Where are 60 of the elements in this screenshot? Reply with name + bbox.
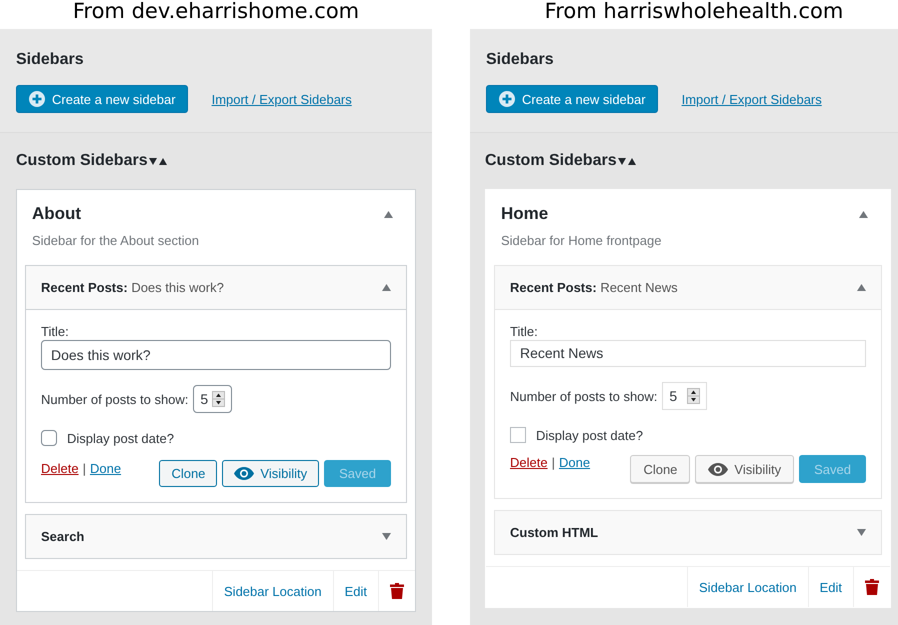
sidebar-name: Home xyxy=(501,203,548,225)
field-label: Title: xyxy=(510,324,539,339)
clone-button[interactable]: Clone xyxy=(159,460,218,487)
trash-icon[interactable] xyxy=(390,583,404,599)
page-heading: Sidebars xyxy=(486,50,555,70)
field-label: Number of posts to show: xyxy=(510,388,658,404)
create-sidebar-button[interactable]: Create a new sidebar xyxy=(486,85,658,113)
link-separator: | xyxy=(552,455,555,470)
eye-icon xyxy=(708,462,728,476)
import-export-link[interactable]: Import / Export Sidebars xyxy=(212,92,352,106)
delete-link[interactable]: Delete xyxy=(41,461,79,476)
field-label: Title: xyxy=(41,324,70,339)
title-field[interactable]: Does this work? xyxy=(41,340,391,370)
section-heading: Custom Sidebars xyxy=(485,151,617,171)
sort-arrows-icon[interactable] xyxy=(618,156,636,166)
number-field[interactable]: 5 xyxy=(662,382,708,410)
delete-link[interactable]: Delete xyxy=(510,455,548,470)
checkbox[interactable] xyxy=(41,430,57,446)
create-sidebar-button[interactable]: Create a new sidebar xyxy=(16,85,188,113)
source-caption: From harriswholehealth.com xyxy=(544,0,844,25)
collapse-arrow-icon[interactable] xyxy=(382,284,391,291)
visibility-button[interactable]: Visibility xyxy=(222,460,320,487)
plus-circle-icon xyxy=(29,91,45,107)
sidebar-location-link[interactable]: Sidebar Location xyxy=(687,567,808,607)
sidebar-description: Sidebar for Home frontpage xyxy=(500,232,662,250)
clone-button[interactable]: Clone xyxy=(630,455,690,483)
checkbox[interactable] xyxy=(510,427,526,443)
spinner-icon[interactable] xyxy=(687,388,700,404)
visibility-button[interactable]: Visibility xyxy=(695,455,794,483)
edit-link[interactable]: Edit xyxy=(808,567,853,607)
plus-circle-icon xyxy=(499,91,515,107)
done-link[interactable]: Done xyxy=(90,461,122,476)
edit-link[interactable]: Edit xyxy=(332,571,378,611)
eye-icon xyxy=(234,467,254,480)
collapse-arrow-icon[interactable] xyxy=(384,210,393,218)
widget-title[interactable]: Search xyxy=(41,529,84,544)
page-heading: Sidebars xyxy=(16,50,85,70)
checkbox-label: Display post date? xyxy=(67,430,174,446)
title-field[interactable]: Recent News xyxy=(510,340,866,367)
widget-title[interactable]: Recent Posts: Recent News xyxy=(510,280,678,295)
number-field[interactable]: 5 xyxy=(193,385,232,413)
section-heading: Custom Sidebars xyxy=(16,151,148,171)
checkbox-label: Display post date? xyxy=(536,428,643,442)
done-link[interactable]: Done xyxy=(558,455,590,470)
widget-title[interactable]: Recent Posts: Does this work? xyxy=(41,280,224,295)
sidebar-name: About xyxy=(32,203,82,225)
sidebar-description: Sidebar for the About section xyxy=(31,232,200,250)
spinner-icon[interactable] xyxy=(212,391,226,407)
sort-arrows-icon[interactable] xyxy=(148,156,167,166)
field-label: Number of posts to show: xyxy=(41,392,188,406)
collapse-arrow-icon[interactable] xyxy=(857,284,866,291)
sidebar-location-link[interactable]: Sidebar Location xyxy=(212,571,333,611)
trash-icon[interactable] xyxy=(865,579,879,595)
widget-title[interactable]: Custom HTML xyxy=(510,525,598,540)
expand-arrow-icon[interactable] xyxy=(857,529,866,536)
expand-arrow-icon[interactable] xyxy=(382,533,391,540)
link-separator: | xyxy=(82,461,86,476)
collapse-arrow-icon[interactable] xyxy=(859,210,868,218)
source-caption: From dev.eharrishome.com xyxy=(72,0,360,25)
import-export-link[interactable]: Import / Export Sidebars xyxy=(682,92,822,106)
